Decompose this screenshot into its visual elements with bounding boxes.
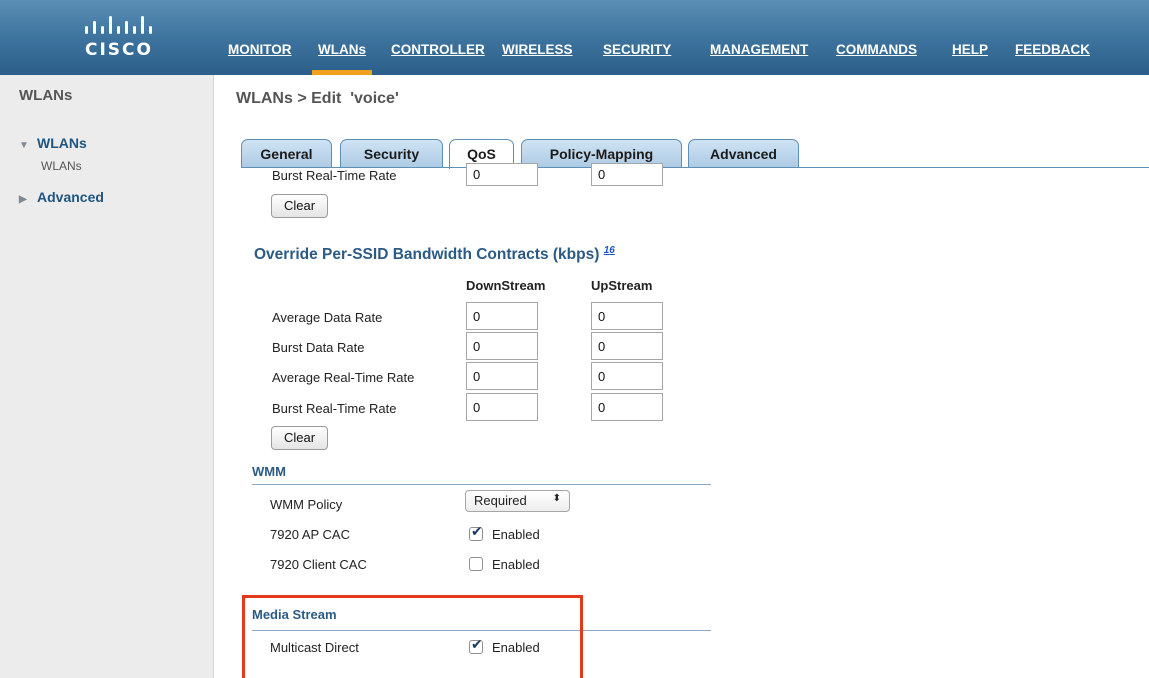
- page-title: WLANs > Edit 'voice': [236, 90, 399, 107]
- cisco-bars-icon: [85, 16, 152, 34]
- avg-rt-rate-label: Average Real-Time Rate: [272, 370, 415, 385]
- nav-controller[interactable]: CONTROLLER: [391, 42, 485, 75]
- avg-rt-rate-up-input[interactable]: [591, 362, 663, 390]
- ap-cac-enabled-label: Enabled: [492, 527, 540, 542]
- ap-cac-label: 7920 AP CAC: [270, 527, 350, 542]
- burst-rt-down-input-top[interactable]: [466, 163, 538, 186]
- nav-management[interactable]: MANAGEMENT: [710, 42, 808, 75]
- nav-security[interactable]: SECURITY: [603, 42, 671, 75]
- avg-data-rate-up-input[interactable]: [591, 302, 663, 330]
- tab-general[interactable]: General: [241, 139, 332, 167]
- client-cac-checkbox[interactable]: [469, 557, 483, 571]
- nav-monitor[interactable]: MONITOR: [228, 42, 292, 75]
- main-content: WLANs > Edit 'voice' General Security Qo…: [215, 75, 1149, 678]
- burst-data-rate-label: Burst Data Rate: [272, 340, 365, 355]
- burst-rt-rate-label: Burst Real-Time Rate: [272, 401, 397, 416]
- sidebar-item-wlans[interactable]: ▼ WLANs: [19, 135, 87, 151]
- ap-cac-checkbox[interactable]: [469, 524, 483, 541]
- nav-wlans[interactable]: WLANs: [312, 42, 372, 75]
- avg-rt-rate-down-input[interactable]: [466, 362, 538, 390]
- avg-data-rate-down-input[interactable]: [466, 302, 538, 330]
- nav-help[interactable]: HELP: [952, 42, 988, 75]
- per-ssid-section-title: Override Per-SSID Bandwidth Contracts (k…: [254, 245, 615, 264]
- cisco-wordmark: CISCO: [85, 40, 153, 60]
- sidebar-item-advanced[interactable]: ▶ Advanced: [19, 189, 104, 205]
- burst-rt-rate-up-input[interactable]: [591, 393, 663, 421]
- triangle-right-icon: ▶: [19, 194, 27, 205]
- burst-rt-label-top: Burst Real-Time Rate: [272, 168, 397, 183]
- sidebar: WLANs ▼ WLANs WLANs ▶ Advanced: [0, 75, 214, 678]
- col-upstream: UpStream: [591, 278, 653, 293]
- clear-button[interactable]: Clear: [271, 426, 328, 450]
- client-cac-enabled-label: Enabled: [492, 557, 540, 572]
- avg-data-rate-label: Average Data Rate: [272, 310, 383, 325]
- nav-feedback[interactable]: FEEDBACK: [1015, 42, 1090, 75]
- stepper-arrows-icon: ⬍: [552, 493, 561, 504]
- cisco-logo: CISCO: [79, 14, 159, 60]
- triangle-down-icon: ▼: [19, 140, 29, 151]
- wmm-policy-select[interactable]: Required ⬍: [465, 490, 570, 512]
- nav-commands[interactable]: COMMANDS: [836, 42, 917, 75]
- sidebar-title: WLANs: [19, 87, 73, 104]
- media-stream-highlight-box: [242, 595, 583, 678]
- burst-rt-rate-down-input[interactable]: [466, 393, 538, 421]
- sidebar-subitem-wlans[interactable]: WLANs: [41, 159, 82, 173]
- nav-wireless[interactable]: WIRELESS: [502, 42, 573, 75]
- top-bar: CISCO MONITOR WLANs CONTROLLER WIRELESS …: [0, 0, 1149, 75]
- burst-data-rate-up-input[interactable]: [591, 332, 663, 360]
- col-downstream: DownStream: [466, 278, 546, 293]
- burst-data-rate-down-input[interactable]: [466, 332, 538, 360]
- wmm-divider: [252, 484, 711, 485]
- wmm-section-title: WMM: [252, 464, 286, 479]
- tab-advanced[interactable]: Advanced: [688, 139, 799, 167]
- burst-rt-up-input-top[interactable]: [591, 163, 663, 186]
- wmm-policy-label: WMM Policy: [270, 497, 343, 512]
- footnote-link[interactable]: 16: [604, 245, 615, 256]
- tab-security[interactable]: Security: [340, 139, 443, 167]
- clear-button-top[interactable]: Clear: [271, 194, 328, 218]
- client-cac-label: 7920 Client CAC: [270, 557, 367, 572]
